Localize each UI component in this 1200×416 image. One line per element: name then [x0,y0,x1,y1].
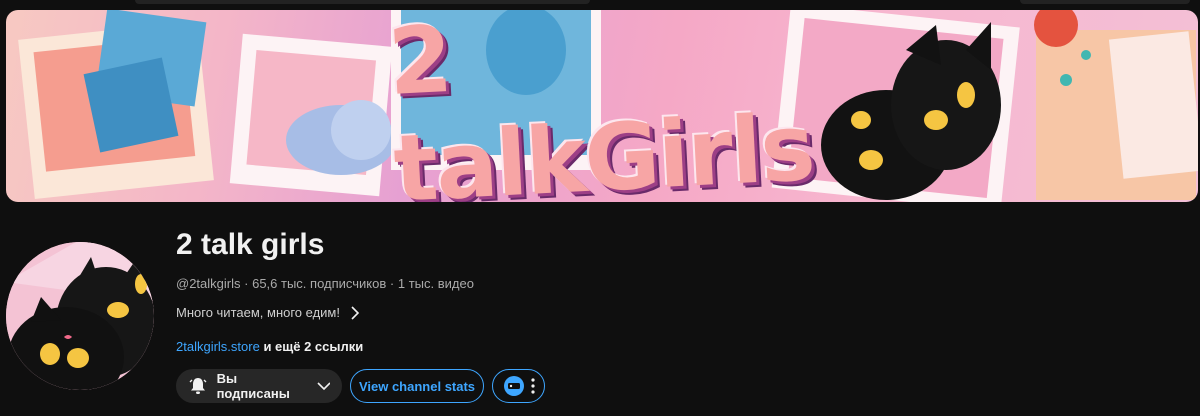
more-vert-icon [530,378,535,394]
chevron-right-icon [351,305,360,320]
more-links[interactable]: и ещё 2 ссылки [263,339,363,354]
subscribed-label: Вы подписаны [216,371,290,401]
header-fragment [1020,0,1190,4]
description-text: Много читаем, много едим! [176,305,340,320]
banner-title: 2 talkGirls [385,10,816,202]
channel-name: 2 talk girls [176,228,325,261]
avatar-cats-image [6,242,154,390]
extension-icon [503,376,524,396]
subscribed-button[interactable]: Вы подписаны [176,369,342,403]
chevron-down-icon [317,382,330,391]
channel-meta: @2talkgirls · 65,6 тыс. подписчиков · 1 … [176,276,474,291]
search-bar-fragment[interactable] [135,0,590,4]
bell-icon [189,378,207,394]
extension-menu-button[interactable] [492,369,545,403]
meta-separator: · [244,276,249,291]
subscriber-count: 65,6 тыс. подписчиков [252,276,387,291]
channel-links: 2talkgirls.store и ещё 2 ссылки [176,339,363,354]
view-channel-stats-button[interactable]: View channel stats [350,369,484,403]
channel-handle: @2talkgirls [176,276,241,291]
channel-avatar[interactable] [6,242,154,390]
channel-banner: 2 talkGirls [6,10,1198,202]
meta-separator: · [389,276,395,291]
channel-link[interactable]: 2talkgirls.store [176,339,260,354]
channel-description[interactable]: Много читаем, много едим! [176,305,360,320]
video-count: 1 тыс. видео [397,276,474,291]
stats-label: View channel stats [358,378,476,394]
